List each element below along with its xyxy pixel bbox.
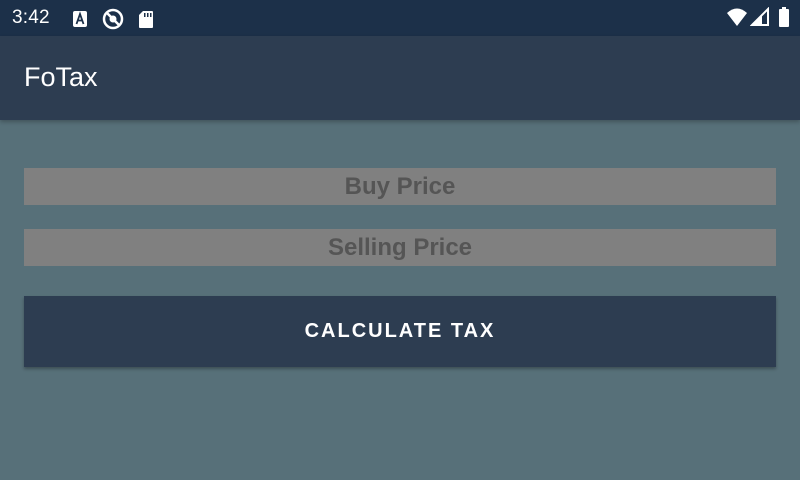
- blocked-location-icon: [102, 8, 124, 35]
- calculate-tax-button[interactable]: CALCULATE TAX: [24, 296, 776, 367]
- status-icons-right: [726, 6, 790, 32]
- status-icons-left: [72, 8, 154, 35]
- app-bar: FoTax: [0, 36, 800, 120]
- buy-price-input[interactable]: [24, 168, 776, 205]
- signal-icon: [749, 6, 770, 32]
- status-time: 3:42: [12, 7, 50, 28]
- app-title: FoTax: [24, 62, 98, 92]
- status-bar: 3:42: [0, 0, 800, 36]
- a-badge-icon: [72, 10, 88, 33]
- battery-icon: [778, 7, 790, 32]
- wifi-icon: [726, 7, 748, 32]
- sd-card-icon: [138, 10, 154, 34]
- selling-price-input[interactable]: [24, 229, 776, 266]
